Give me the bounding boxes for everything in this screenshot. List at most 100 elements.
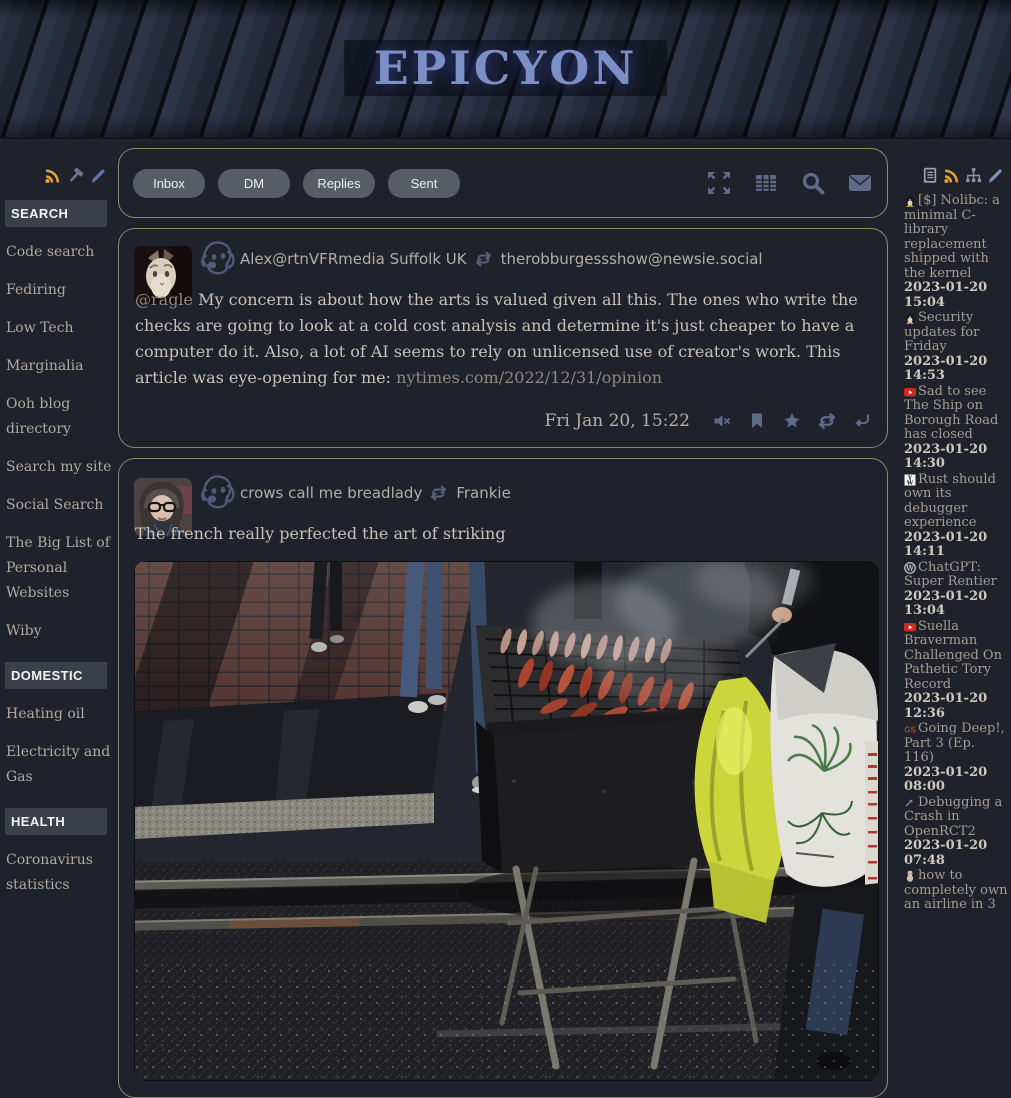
post-image-grill-photo[interactable] [134,561,879,1081]
youtube-favicon-icon [904,386,916,397]
newswire-item[interactable]: Sad to see The Ship on Borough Road has … [904,385,1008,472]
envelope-icon[interactable] [847,170,873,196]
sidebar-section: DOMESTIC Heating oil Electricity and Gas [0,662,117,790]
mention-link[interactable]: @ragle [135,290,193,309]
post-author[interactable]: Alex@rtnVFRmedia Suffolk UK [240,250,467,268]
sidebar-link[interactable]: The Big List of Personal Websites [6,531,113,606]
banner[interactable]: EPICYON [0,0,1011,139]
newswire-item[interactable]: GSGoing Deep!, Part 3 (Ep. 116) 2023-01-… [904,722,1008,795]
post: Alex@rtnVFRmedia Suffolk UK therobburges… [118,228,888,448]
sidebar-section-links: Code search Fediring Low Tech Marginalia Ooh… [0,240,117,644]
sidebar-link[interactable]: Wiby [6,619,113,644]
svg-text:W: W [906,480,914,485]
newswire-item[interactable]: ↗Debugging a Crash in OpenRCT2 2023-01-2… [904,796,1008,869]
newswire-date: 2023-01-20 13:04 [904,590,1008,619]
newswire-date: 2023-01-20 12:36 [904,692,1008,721]
rss-icon[interactable] [44,167,61,184]
newswire-sidebar: [$] Nolibc: a minimal C-library replacem… [900,137,1010,902]
sidebar-link[interactable]: Code search [6,240,113,265]
newswire-list-icon[interactable] [921,167,938,184]
svg-text:W: W [906,563,914,572]
rss-icon[interactable] [943,167,960,184]
newswire-date: 2023-01-20 14:53 [904,355,1008,384]
newswire-title: ChatGPT: Super Rentier [904,560,997,590]
boost-repeat-icon[interactable] [818,412,836,430]
arrow-favicon-icon: ↗ [904,796,916,807]
hammer-icon[interactable] [67,167,84,184]
edit-pen-icon[interactable] [90,167,107,184]
newswire-title: Going Deep!, Part 3 (Ep. 116) [904,721,1005,765]
post-content: @ragle My concern is about how the arts … [135,287,880,391]
newswire-date: 2023-01-20 15:04 [904,281,1008,310]
site-title: EPICYON [344,40,668,96]
sidebar-link[interactable]: Heating oil [6,702,113,727]
sidebar-link[interactable]: Marginalia [6,354,113,379]
mute-icon[interactable] [713,412,731,430]
sidebar-sections: SEARCH Code search Fediring Low Tech Margin… [0,200,117,898]
newswire-date: 2023-01-20 07:48 [904,839,1008,868]
reply-icon[interactable] [853,412,871,430]
newswire-icon-row [900,137,1010,192]
newswire-title: Rust should own its debugger experience [904,472,996,531]
bookmark-icon[interactable] [748,412,766,430]
search-icon[interactable] [800,170,826,196]
sidebar-section: HEALTH Coronavirus statistics [0,808,117,898]
share-tree-icon[interactable] [965,167,982,184]
sidebar-link[interactable]: Low Tech [6,316,113,341]
timeline-column: Inbox DM Replies Sent Alex@rtnVFRmedia S… [118,137,891,902]
newswire-item[interactable]: WChatGPT: Super Rentier 2023-01-20 13:04 [904,561,1008,619]
newswire-date: 2023-01-20 14:30 [904,443,1008,472]
cat-favicon-icon [904,870,916,881]
boost-icon [475,251,493,267]
yw-favicon-icon: YW [904,474,916,485]
sidebar-link[interactable]: Coronavirus statistics [6,848,113,898]
newswire-list: [$] Nolibc: a minimal C-library replacem… [900,192,1010,913]
left-sidebar: SEARCH Code search Fediring Low Tech Margin… [0,137,117,902]
expand-icon[interactable] [706,170,732,196]
youtube-favicon-icon [904,621,916,632]
left-sidebar-icon-row [0,137,117,192]
post-author[interactable]: crows call me breadlady [240,484,422,502]
newswire-item[interactable]: YWRust should own its debugger experienc… [904,473,1008,560]
newswire-title: Sad to see The Ship on Borough Road has … [904,384,998,443]
gs-favicon-icon: GS [904,723,916,734]
newswire-title: Suella Braverman Challenged On Pathetic … [904,619,1002,692]
sidebar-section: SEARCH Code search Fediring Low Tech Margin… [0,200,117,644]
boost-icon [430,485,448,501]
newswire-title: [$] Nolibc: a minimal C-library replacem… [904,193,1000,281]
post-text: The french really perfected the art of s… [135,524,506,543]
sidebar-section-header: DOMESTIC [5,662,107,689]
timeline-tab[interactable]: Sent [388,169,460,198]
wordpress-favicon-icon: W [904,562,916,573]
sidebar-link[interactable]: Ooh blog directory [6,392,113,442]
newswire-item[interactable]: Security updates for Friday 2023-01-20 1… [904,311,1008,384]
epicyon-dog-icon [197,239,237,281]
sidebar-section-links: Heating oil Electricity and Gas [0,702,117,790]
tux-favicon-icon [904,195,916,206]
post-boost-target[interactable]: therobburgessshow@newsie.social [501,250,763,268]
newswire-date: 2023-01-20 08:00 [904,766,1008,795]
sidebar-link[interactable]: Fediring [6,278,113,303]
sidebar-section-links: Coronavirus statistics [0,848,117,898]
sidebar-link[interactable]: Social Search [6,493,113,518]
sidebar-section-header: SEARCH [5,200,107,227]
post-boost-target[interactable]: Frankie [456,484,511,502]
post-link[interactable]: nytimes.com/2022/12/31/opinion [396,368,662,387]
table-view-icon[interactable] [753,170,779,196]
timeline-tabs: Inbox DM Replies Sent [133,169,460,198]
sidebar-link[interactable]: Search my site [6,455,113,480]
timeline-tab[interactable]: Replies [303,169,375,198]
sidebar-section-header: HEALTH [5,808,107,835]
timeline-tab[interactable]: DM [218,169,290,198]
newswire-item[interactable]: [$] Nolibc: a minimal C-library replacem… [904,194,1008,310]
edit-pen-icon[interactable] [987,167,1004,184]
timeline-tab[interactable]: Inbox [133,169,205,198]
timeline-header: Inbox DM Replies Sent [118,148,888,218]
newswire-title: Debugging a Crash in OpenRCT2 [904,795,1002,839]
tux-favicon-icon [904,312,916,323]
star-icon[interactable] [783,412,801,430]
sidebar-link[interactable]: Electricity and Gas [6,740,113,790]
newswire-item[interactable]: how to completely own an airline in 3 [904,869,1008,913]
newswire-item[interactable]: Suella Braverman Challenged On Pathetic … [904,620,1008,722]
svg-text:GS: GS [904,726,916,735]
